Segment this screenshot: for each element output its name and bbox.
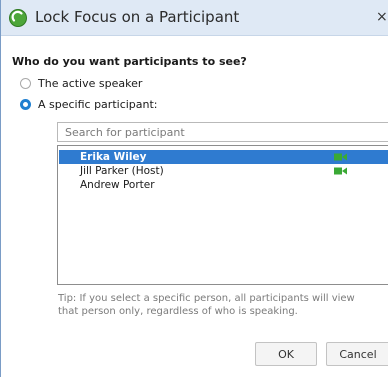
app-logo-icon xyxy=(9,9,27,27)
option-specific-participant-label: A specific participant: xyxy=(38,98,158,111)
dialog-title: Lock Focus on a Participant xyxy=(35,8,240,26)
participant-name: Erika Wiley xyxy=(80,151,147,163)
question-heading: Who do you want participants to see? xyxy=(12,55,247,68)
participant-list[interactable]: Erika Wiley Jill Parker (Host) Andrew Po… xyxy=(57,145,388,285)
participant-name: Jill Parker (Host) xyxy=(80,165,164,177)
cancel-button[interactable]: Cancel xyxy=(326,342,388,366)
close-icon[interactable]: × xyxy=(376,9,388,25)
title-bar[interactable]: Lock Focus on a Participant × xyxy=(1,0,388,36)
participant-row[interactable]: Jill Parker (Host) xyxy=(59,164,388,178)
option-active-speaker-label: The active speaker xyxy=(38,77,143,90)
tip-text: Tip: If you select a specific person, al… xyxy=(58,293,355,317)
video-camera-icon xyxy=(334,167,347,175)
radio-active-speaker[interactable] xyxy=(20,78,31,89)
ok-button[interactable]: OK xyxy=(255,342,317,366)
participant-row[interactable]: Andrew Porter xyxy=(59,178,388,192)
radio-specific-participant[interactable] xyxy=(20,99,31,110)
participant-search-input[interactable] xyxy=(57,122,388,142)
participant-name: Andrew Porter xyxy=(80,179,155,191)
lock-focus-dialog: Lock Focus on a Participant × Who do you… xyxy=(0,0,388,377)
participant-row[interactable]: Erika Wiley xyxy=(59,150,388,164)
video-camera-icon xyxy=(334,153,347,161)
